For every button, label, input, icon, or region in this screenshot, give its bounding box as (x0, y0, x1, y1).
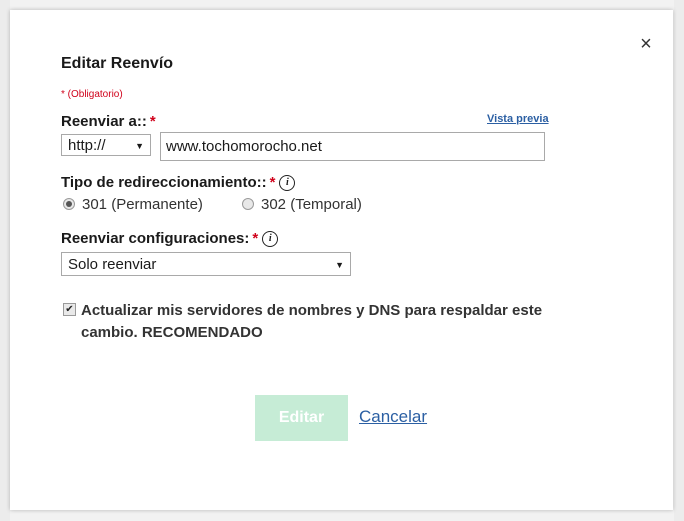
info-icon[interactable]: i (262, 231, 279, 248)
edit-button[interactable]: Editar (255, 395, 348, 441)
required-star: * (252, 230, 259, 247)
dropdown-arrow-icon: ▼ (335, 260, 344, 270)
required-note: * (Obligatorio) (61, 89, 123, 100)
redirect-type-label-text: Tipo de redireccionamiento:: (61, 174, 267, 191)
dialog-title: Editar Reenvío (61, 55, 174, 72)
radio-302[interactable]: 302 (Temporal) (242, 196, 362, 213)
protocol-select-value: http:// (68, 137, 106, 154)
page-backdrop-right (674, 0, 684, 521)
radio-button-icon[interactable] (63, 198, 75, 211)
radio-302-label: 302 (Temporal) (261, 196, 362, 213)
page-backdrop-left (0, 0, 10, 521)
forward-url-input[interactable]: www.tochomorocho.net (160, 132, 545, 161)
preview-link[interactable]: Vista previa (487, 113, 549, 125)
forward-to-label: Reenviar a:: * (61, 113, 156, 130)
forward-to-label-text: Reenviar a:: (61, 113, 147, 130)
update-dns-checkbox[interactable]: ✔ (63, 303, 76, 316)
required-star: * (269, 174, 276, 191)
radio-301-label: 301 (Permanente) (82, 196, 203, 213)
forward-settings-label-text: Reenviar configuraciones: (61, 230, 250, 247)
forward-settings-select[interactable]: Solo reenviar ▼ (61, 252, 351, 276)
radio-301[interactable]: 301 (Permanente) (63, 196, 203, 213)
cancel-button[interactable]: Cancelar (359, 407, 427, 427)
protocol-select[interactable]: http:// ▼ (61, 134, 151, 156)
required-star: * (149, 113, 156, 130)
edit-forward-dialog: × Editar Reenvío * (Obligatorio) Reenvia… (10, 10, 673, 510)
radio-button-icon[interactable] (242, 198, 254, 211)
dropdown-arrow-icon: ▼ (135, 141, 144, 151)
forward-settings-label: Reenviar configuraciones: * i (61, 230, 279, 248)
info-icon[interactable]: i (279, 175, 296, 192)
close-icon[interactable]: × (638, 34, 654, 54)
update-dns-label[interactable]: Actualizar mis servidores de nombres y D… (81, 300, 551, 344)
forward-settings-select-value: Solo reenviar (68, 256, 157, 273)
redirect-type-label: Tipo de redireccionamiento:: * i (61, 174, 296, 192)
